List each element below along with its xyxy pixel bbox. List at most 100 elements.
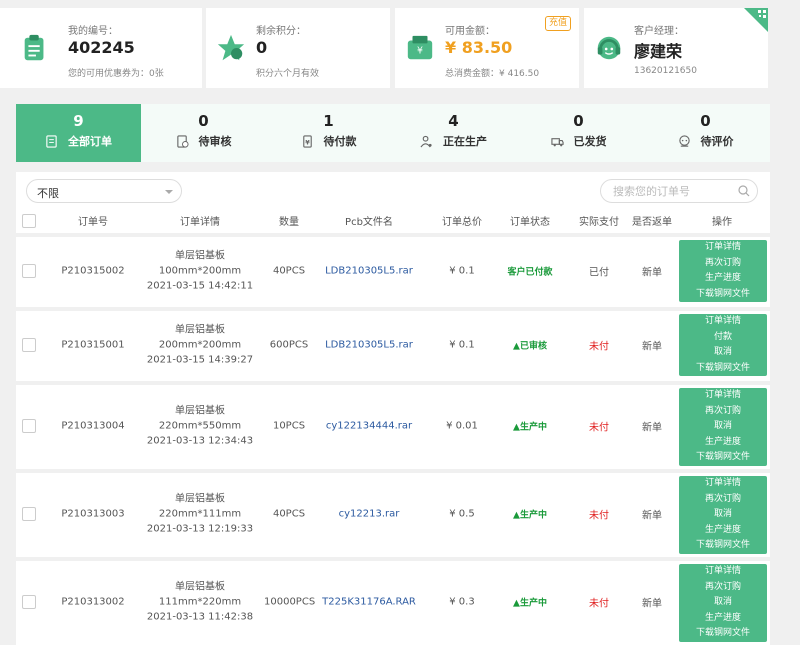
pcb-file-link[interactable]: cy122134444.rar: [316, 421, 422, 432]
tab-shipped[interactable]: 0 已发货: [516, 104, 641, 162]
reorder-button[interactable]: 再次订购: [679, 256, 767, 272]
tab-pending-review-comment[interactable]: 0 待评价: [641, 104, 770, 162]
payment-status: 已付: [589, 267, 609, 279]
order-time: 2021-03-13 12:34:43: [146, 435, 254, 447]
reorder-button[interactable]: 再次订购: [679, 580, 767, 596]
order-total: ¥ 0.1: [449, 339, 475, 351]
row-checkbox[interactable]: [22, 595, 36, 609]
star-icon: [217, 34, 245, 61]
tab-label: 已发货: [573, 135, 607, 148]
tab-count: 0: [573, 112, 584, 130]
order-time: 2021-03-13 12:19:33: [146, 523, 254, 535]
reorder-button[interactable]: 再次订购: [679, 404, 767, 420]
row-checkbox[interactable]: [22, 419, 36, 433]
recharge-button[interactable]: 充值: [544, 16, 571, 31]
order-status: 客户已付款: [507, 267, 553, 278]
order-detail: 单层铝基板 100mm*200mm 2021-03-15 14:42:11: [138, 249, 262, 294]
pcb-file-link[interactable]: cy12213.rar: [316, 509, 422, 520]
table-row: P210315002 单层铝基板 100mm*200mm 2021-03-15 …: [16, 233, 770, 305]
pcb-file-link[interactable]: LDB210305L5.rar: [316, 266, 422, 277]
board-size: 111mm*220mm: [158, 596, 242, 608]
production-progress-button[interactable]: 生产进度: [679, 523, 767, 539]
reorder-flag: 新单: [642, 510, 662, 522]
row-actions: 订单详情 再次订购 取消 生产进度 下载钢网文件: [679, 388, 767, 466]
production-progress-button[interactable]: 生产进度: [679, 271, 767, 287]
payment-status: 未付: [589, 598, 609, 610]
list-icon: [46, 134, 57, 148]
order-detail: 单层铝基板 111mm*220mm 2021-03-13 11:42:38: [138, 580, 262, 625]
quantity: 40PCS: [272, 265, 306, 277]
row-checkbox[interactable]: [22, 264, 36, 278]
quantity: 10PCS: [272, 420, 306, 432]
card-label: 剩余积分：: [256, 26, 306, 37]
reorder-flag: 新单: [642, 267, 662, 279]
card-member-id: 我的编号： 402245 您的可用优惠券为：0张: [0, 8, 202, 88]
pcb-file-link[interactable]: LDB210305L5.rar: [316, 340, 422, 351]
svg-text:¥: ¥: [417, 46, 423, 57]
balance-value: ¥ 83.50: [445, 38, 513, 57]
order-detail-button[interactable]: 订单详情: [679, 240, 767, 256]
pcb-file-link[interactable]: T225K31176A.RAR: [316, 597, 422, 608]
order-search-input[interactable]: [600, 179, 758, 203]
cancel-button[interactable]: 取消: [679, 345, 767, 361]
row-checkbox[interactable]: [22, 507, 36, 521]
tab-pending-payment[interactable]: 1 ¥ 待付款: [266, 104, 391, 162]
reorder-flag: 新单: [642, 422, 662, 434]
order-number: P210315002: [61, 265, 125, 277]
order-number: P210313004: [61, 420, 125, 432]
order-detail-button[interactable]: 订单详情: [679, 314, 767, 330]
select-all-checkbox[interactable]: [22, 214, 36, 228]
col-total: 订单总价: [442, 217, 482, 228]
filter-value: 不限: [37, 187, 59, 200]
tab-count: 1: [323, 112, 334, 130]
payment-status: 未付: [589, 510, 609, 522]
order-number: P210315001: [61, 339, 125, 351]
col-quantity: 数量: [279, 217, 299, 228]
account-summary: 我的编号： 402245 您的可用优惠券为：0张 剩余积分： 0 积分六个月有效…: [0, 8, 800, 88]
payment-status: 未付: [589, 341, 609, 353]
download-stencil-button[interactable]: 下载钢网文件: [679, 450, 767, 466]
pay-button[interactable]: 付款: [679, 330, 767, 346]
card-label: 我的编号：: [68, 26, 118, 37]
qr-code-icon[interactable]: [744, 8, 768, 32]
truck-icon: [550, 137, 564, 146]
cancel-button[interactable]: 取消: [679, 595, 767, 611]
download-stencil-button[interactable]: 下载钢网文件: [679, 287, 767, 303]
order-detail-button[interactable]: 订单详情: [679, 388, 767, 404]
download-stencil-button[interactable]: 下载钢网文件: [679, 361, 767, 377]
table-row: P210313004 单层铝基板 220mm*550mm 2021-03-13 …: [16, 381, 770, 467]
cancel-button[interactable]: 取消: [679, 507, 767, 523]
review-icon: [176, 134, 189, 148]
tab-count: 0: [700, 112, 711, 130]
order-total: ¥ 0.3: [449, 596, 475, 608]
order-status: ▲已审核: [513, 341, 547, 352]
col-paid: 实际支付: [579, 217, 619, 228]
order-time: 2021-03-13 11:42:38: [146, 611, 254, 623]
svg-text:¥: ¥: [305, 138, 310, 146]
time-filter-select[interactable]: 不限: [26, 179, 182, 203]
row-checkbox[interactable]: [22, 338, 36, 352]
order-detail-button[interactable]: 订单详情: [679, 564, 767, 580]
cancel-button[interactable]: 取消: [679, 419, 767, 435]
order-detail-button[interactable]: 订单详情: [679, 476, 767, 492]
tab-all-orders[interactable]: 9 全部订单: [16, 104, 141, 162]
production-progress-button[interactable]: 生产进度: [679, 435, 767, 451]
tab-label: 正在生产: [443, 135, 487, 148]
order-list-panel: 不限 订单号 订单详情 数量 Pcb文件名 订单总价 订单状态 实际支付 是否返…: [16, 172, 770, 645]
reorder-button[interactable]: 再次订购: [679, 492, 767, 508]
table-row: P210315001 单层铝基板 200mm*200mm 2021-03-15 …: [16, 307, 770, 379]
tab-pending-review[interactable]: 0 待审核: [141, 104, 266, 162]
download-stencil-button[interactable]: 下载钢网文件: [679, 626, 767, 642]
order-number: P210313002: [61, 596, 125, 608]
search-icon[interactable]: [738, 185, 750, 197]
board-type: 单层铝基板: [175, 405, 225, 417]
wallet-icon: ¥: [407, 35, 433, 60]
total-spent: 总消费金额：¥ 416.50: [445, 69, 540, 79]
table-row: P210313003 单层铝基板 220mm*111mm 2021-03-13 …: [16, 469, 770, 555]
row-actions: 订单详情 再次订购 取消 生产进度 下载钢网文件: [679, 476, 767, 554]
tab-label: 全部订单: [68, 135, 112, 148]
tab-in-production[interactable]: 4 正在生产: [391, 104, 516, 162]
production-progress-button[interactable]: 生产进度: [679, 611, 767, 627]
points-note: 积分六个月有效: [256, 69, 320, 79]
download-stencil-button[interactable]: 下载钢网文件: [679, 538, 767, 554]
